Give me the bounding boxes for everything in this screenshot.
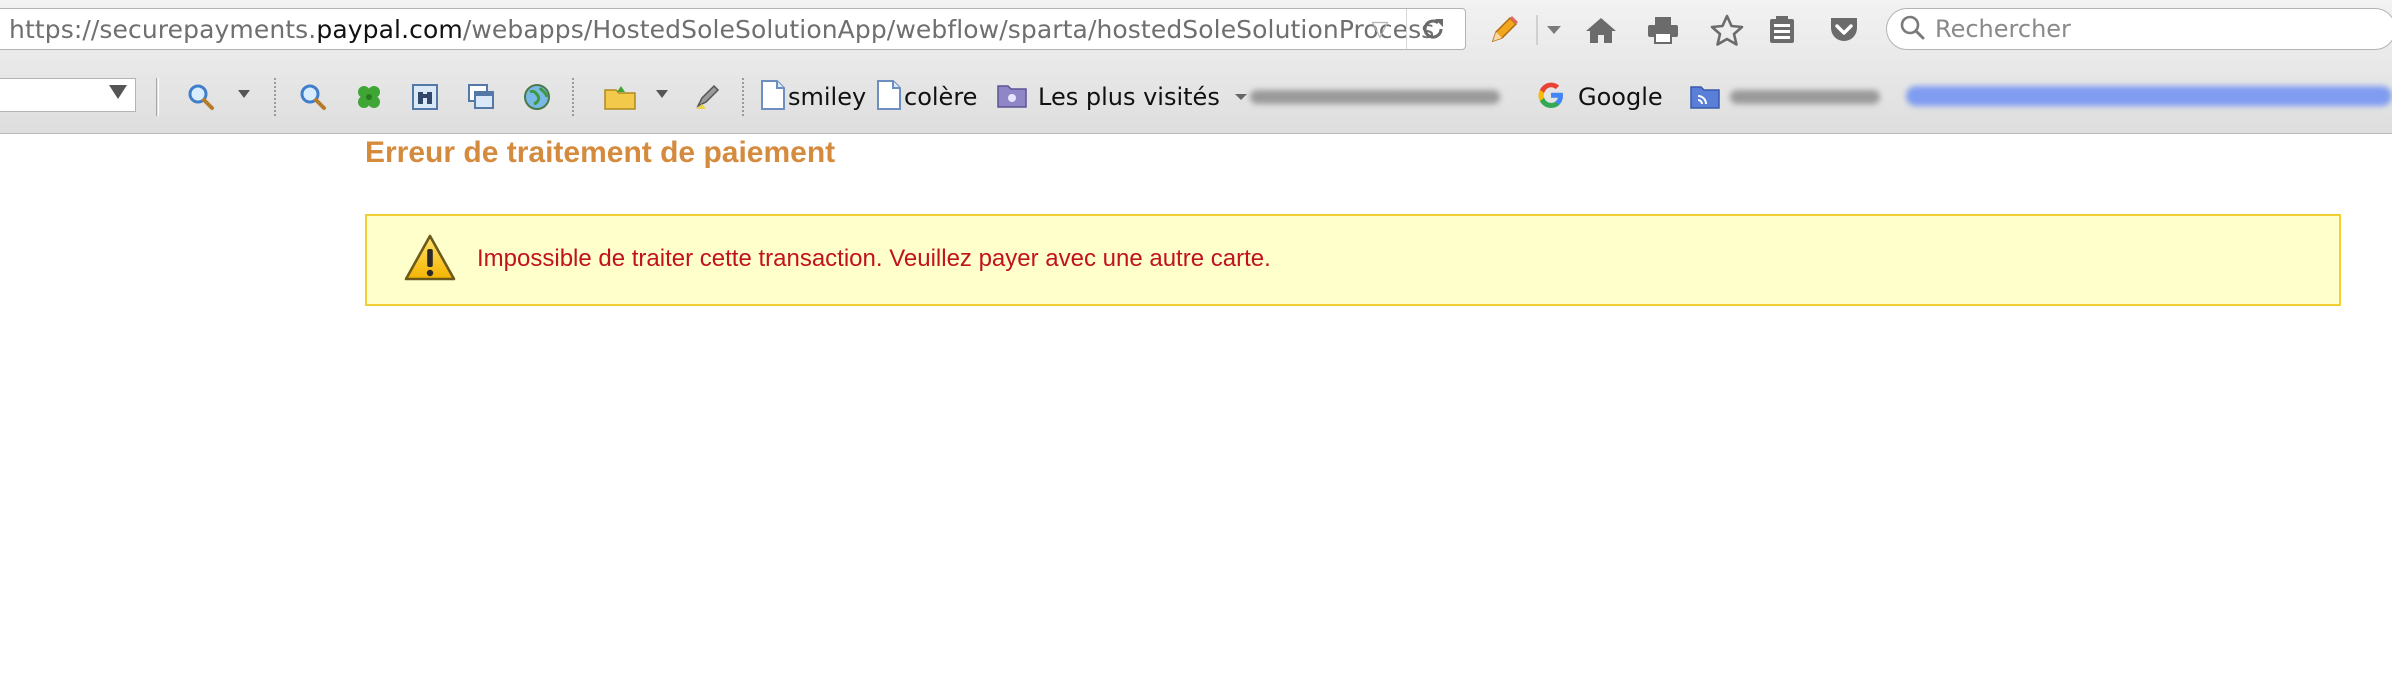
pocket-icon[interactable] xyxy=(1826,10,1862,50)
print-icon[interactable] xyxy=(1644,10,1682,50)
highlighter-icon[interactable] xyxy=(690,80,724,114)
chevron-down-icon[interactable] xyxy=(238,90,250,98)
magnifier-icon[interactable] xyxy=(184,80,218,114)
binoculars-icon[interactable] xyxy=(408,80,442,114)
search-icon xyxy=(1899,14,1925,45)
star-icon[interactable] xyxy=(1708,10,1746,50)
chevron-down-icon[interactable] xyxy=(1544,10,1564,50)
bookmark-label: colère xyxy=(904,83,978,111)
reading-list-icon[interactable] xyxy=(1764,10,1800,50)
redacted-bookmark xyxy=(1730,90,1880,104)
navigation-toolbar: https://securepayments.paypal.com/webapp… xyxy=(0,0,2392,60)
windows-icon[interactable] xyxy=(464,80,498,114)
google-icon xyxy=(1536,80,1566,115)
reload-icon[interactable] xyxy=(1415,13,1451,45)
toolbar-separator xyxy=(1536,15,1538,45)
url-prefix: https://securepayments. xyxy=(9,14,317,44)
bookmark-colere[interactable]: colère xyxy=(876,78,977,116)
chevron-down-icon xyxy=(109,85,127,99)
url-domain: paypal.com xyxy=(316,14,463,44)
home-icon[interactable] xyxy=(1582,10,1620,50)
browser-chrome: https://securepayments.paypal.com/webapp… xyxy=(0,0,2392,134)
bookmark-label: Google xyxy=(1578,83,1663,111)
page-title: Erreur de traitement de paiement xyxy=(365,136,836,169)
rss-feed-icon[interactable] xyxy=(1688,80,1722,114)
magnifier-icon[interactable] xyxy=(296,80,330,114)
bookmark-smiley[interactable]: smiley xyxy=(760,78,866,116)
toolbar-separator xyxy=(274,78,276,116)
bookmark-label: Les plus visités xyxy=(1038,83,1220,111)
warning-icon xyxy=(403,233,457,283)
url-text[interactable]: https://securepayments.paypal.com/webapp… xyxy=(9,15,1434,44)
error-alert-box: Impossible de traiter cette transaction.… xyxy=(365,214,2341,306)
bookmarks-toolbar: smiley colère Les plus visités Google xyxy=(0,68,2392,128)
redacted-bookmark xyxy=(1250,90,1500,104)
folder-icon xyxy=(996,81,1028,114)
redacted-bookmark xyxy=(1906,86,2392,106)
page-icon xyxy=(760,79,786,116)
url-path: /webapps/HostedSoleSolutionApp/webflow/s… xyxy=(462,14,1435,44)
pencil-icon[interactable] xyxy=(1486,10,1522,50)
page-icon xyxy=(876,79,902,116)
toolbar-separator xyxy=(156,78,159,116)
clover-icon[interactable] xyxy=(352,80,386,114)
toolbar-separator xyxy=(742,78,744,116)
toolbar-combo-box[interactable] xyxy=(0,78,136,112)
url-history-dropdown-icon[interactable]: ▽ xyxy=(1367,19,1393,41)
url-separator xyxy=(1406,9,1407,49)
toolbar-separator xyxy=(572,78,574,116)
folder-icon[interactable] xyxy=(602,80,638,114)
bookmark-google[interactable]: Google xyxy=(1536,78,1663,116)
globe-icon[interactable] xyxy=(520,80,554,114)
chevron-down-icon xyxy=(1234,88,1248,106)
bookmark-label: smiley xyxy=(788,83,867,111)
search-box[interactable]: Rechercher xyxy=(1886,8,2392,50)
search-placeholder: Rechercher xyxy=(1935,15,2071,43)
bookmark-folder-most-visited[interactable]: Les plus visités xyxy=(996,78,1248,116)
chevron-down-icon[interactable] xyxy=(656,90,668,98)
error-message: Impossible de traiter cette transaction.… xyxy=(477,245,1271,272)
url-bar[interactable]: https://securepayments.paypal.com/webapp… xyxy=(0,8,1466,50)
